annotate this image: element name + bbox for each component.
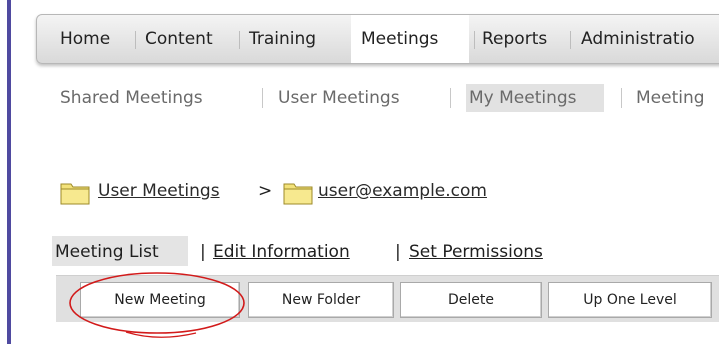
nav-separator (135, 31, 136, 49)
nav-training[interactable]: Training (249, 27, 316, 51)
nav-home[interactable]: Home (60, 27, 110, 51)
subnav-meeting[interactable]: Meeting (636, 86, 705, 110)
breadcrumb-separator: > (258, 181, 273, 201)
folder-icon (283, 183, 313, 205)
new-folder-button[interactable]: New Folder (248, 282, 394, 318)
subnav-separator (621, 88, 622, 108)
tab-separator: | (395, 242, 401, 262)
nav-meetings[interactable]: Meetings (361, 27, 438, 51)
tab-set-permissions[interactable]: Set Permissions (409, 240, 543, 264)
nav-separator (570, 31, 571, 49)
breadcrumb-user-email[interactable]: user@example.com (318, 180, 487, 202)
folder-icon (60, 183, 90, 205)
subnav-my-meetings[interactable]: My Meetings (469, 86, 577, 110)
main-nav: Home Content Training Meetings Reports A… (36, 14, 719, 64)
subnav-user-meetings[interactable]: User Meetings (278, 86, 400, 110)
nav-separator (474, 31, 475, 49)
new-meeting-button[interactable]: New Meeting (80, 282, 240, 318)
subnav-shared-meetings[interactable]: Shared Meetings (60, 86, 203, 110)
subnav-separator (262, 88, 263, 108)
delete-button[interactable]: Delete (400, 282, 542, 318)
tab-separator: | (200, 242, 206, 262)
nav-administration[interactable]: Administratio (581, 27, 695, 51)
nav-separator (239, 31, 240, 49)
tab-meeting-list[interactable]: Meeting List (55, 240, 159, 264)
left-border (7, 0, 11, 344)
tab-edit-information[interactable]: Edit Information (213, 240, 350, 264)
breadcrumb-user-meetings[interactable]: User Meetings (98, 180, 220, 202)
nav-reports[interactable]: Reports (482, 27, 547, 51)
subnav-separator (450, 88, 451, 108)
up-one-level-button[interactable]: Up One Level (548, 282, 712, 318)
nav-content[interactable]: Content (145, 27, 213, 51)
